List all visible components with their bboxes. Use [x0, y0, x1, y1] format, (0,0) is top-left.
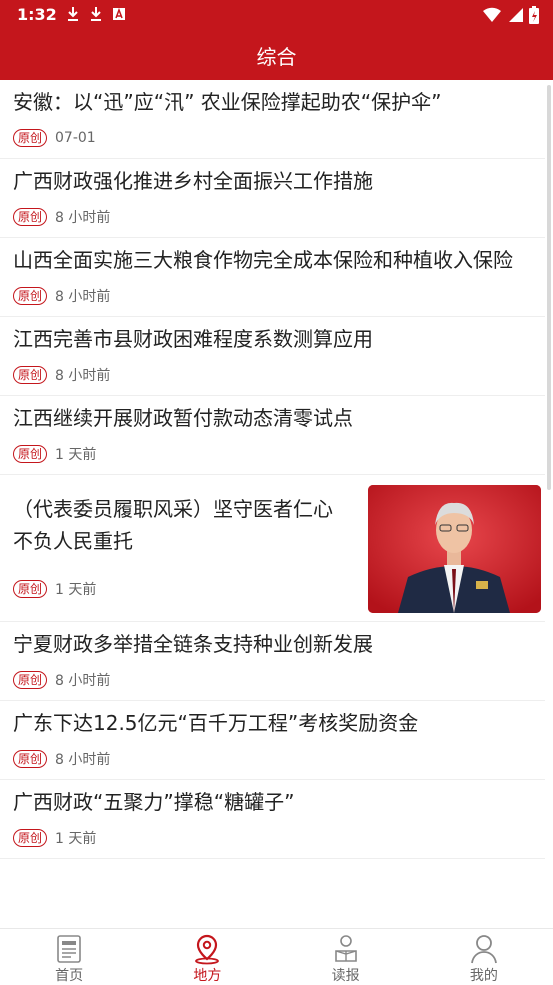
nav-profile[interactable]: 我的 [415, 929, 553, 985]
bottom-navigation: 首页 地方 读报 我的 [0, 928, 553, 985]
article-time: 8 小时前 [55, 752, 111, 768]
article-time: 1 天前 [55, 582, 97, 598]
article-meta: 原创 1 天前 [13, 824, 545, 852]
download-icon [68, 7, 78, 21]
article-time: 8 小时前 [55, 368, 111, 384]
article-title: 江西继续开展财政暂付款动态清零试点 [13, 406, 353, 430]
original-badge: 原创 [13, 129, 48, 147]
article-item[interactable]: 江西完善市县财政困难程度系数测算应用 原创 8 小时前 [0, 317, 545, 396]
location-pin-icon [195, 934, 220, 965]
article-item[interactable]: 广西财政强化推进乡村全面振兴工作措施 原创 8 小时前 [0, 159, 545, 238]
article-list: 安徽：以“迅”应“汛” 农业保险撑起助农“保护伞” 原创 07-01 广西财政强… [0, 80, 553, 928]
signal-icon [509, 8, 523, 22]
article-time: 1 天前 [55, 831, 97, 847]
system-icons [483, 6, 539, 24]
original-badge: 原创 [13, 671, 48, 689]
original-badge: 原创 [13, 829, 48, 847]
original-badge: 原创 [13, 750, 48, 768]
article-title: 安徽：以“迅”应“汛” 农业保险撑起助农“保护伞” [13, 90, 442, 114]
article-title: 广东下达12.5亿元“百千万工程”考核奖励资金 [13, 711, 419, 735]
newspaper-icon [57, 935, 81, 963]
article-title: 宁夏财政多举措全链条支持种业创新发展 [13, 632, 373, 656]
notification-icons [66, 6, 126, 22]
user-icon [470, 935, 497, 964]
nav-label: 首页 [55, 968, 84, 984]
article-title: （代表委员履职风采）坚守医者仁心 不负人民重托 [13, 497, 333, 553]
article-meta: 原创 8 小时前 [13, 361, 545, 389]
wifi-icon [483, 7, 501, 23]
download-icon [91, 7, 101, 21]
status-bar: 1:32 [0, 0, 553, 30]
battery-icon [529, 6, 539, 24]
article-meta: 原创 07-01 [13, 124, 545, 152]
original-badge: 原创 [13, 366, 48, 384]
article-item-with-image[interactable]: （代表委员履职风采）坚守医者仁心 不负人民重托 原创 1 天前 [0, 475, 545, 622]
article-meta: 原创 8 小时前 [13, 745, 545, 773]
scrollbar[interactable] [547, 85, 551, 490]
article-item[interactable]: 江西继续开展财政暂付款动态清零试点 原创 1 天前 [0, 396, 545, 475]
article-meta: 原创 1 天前 [13, 575, 96, 603]
article-title: 广西财政强化推进乡村全面振兴工作措施 [13, 169, 373, 193]
reader-icon [334, 935, 357, 962]
article-time: 07-01 [55, 130, 96, 146]
article-time: 1 天前 [55, 447, 97, 463]
article-item[interactable]: 安徽：以“迅”应“汛” 农业保险撑起助农“保护伞” 原创 07-01 [0, 80, 545, 159]
portrait-photo [368, 485, 541, 613]
article-meta: 原创 8 小时前 [13, 203, 545, 231]
original-badge: 原创 [13, 287, 48, 305]
article-title: 山西全面实施三大粮食作物完全成本保险和种植收入保险 [13, 248, 513, 272]
nav-reader[interactable]: 读报 [277, 929, 415, 985]
article-meta: 原创 1 天前 [13, 440, 545, 468]
article-time: 8 小时前 [55, 289, 111, 305]
nav-home[interactable]: 首页 [0, 929, 138, 985]
article-title: 广西财政“五聚力”撑稳“糖罐子” [13, 790, 295, 814]
article-time: 8 小时前 [55, 210, 111, 226]
nav-label: 读报 [331, 968, 360, 984]
article-meta: 原创 8 小时前 [13, 282, 545, 310]
article-item[interactable]: 宁夏财政多举措全链条支持种业创新发展 原创 8 小时前 [0, 622, 545, 701]
nav-label: 地方 [193, 968, 222, 984]
original-badge: 原创 [13, 445, 48, 463]
app-bar: 综合 [0, 30, 553, 80]
nav-local[interactable]: 地方 [138, 929, 276, 985]
nav-label: 我的 [469, 968, 498, 984]
original-badge: 原创 [13, 208, 48, 226]
article-item[interactable]: 山西全面实施三大粮食作物完全成本保险和种植收入保险 原创 8 小时前 [0, 238, 545, 317]
article-title: 江西完善市县财政困难程度系数测算应用 [13, 327, 373, 351]
article-thumbnail[interactable] [368, 485, 541, 613]
app-notification-icon [113, 7, 125, 20]
article-item[interactable]: 广东下达12.5亿元“百千万工程”考核奖励资金 原创 8 小时前 [0, 701, 545, 780]
page-title: 综合 [256, 45, 297, 69]
article-meta: 原创 8 小时前 [13, 666, 545, 694]
original-badge: 原创 [13, 580, 48, 598]
article-time: 8 小时前 [55, 673, 111, 689]
article-item[interactable]: 广西财政“五聚力”撑稳“糖罐子” 原创 1 天前 [0, 780, 545, 859]
status-time: 1:32 [17, 5, 57, 24]
